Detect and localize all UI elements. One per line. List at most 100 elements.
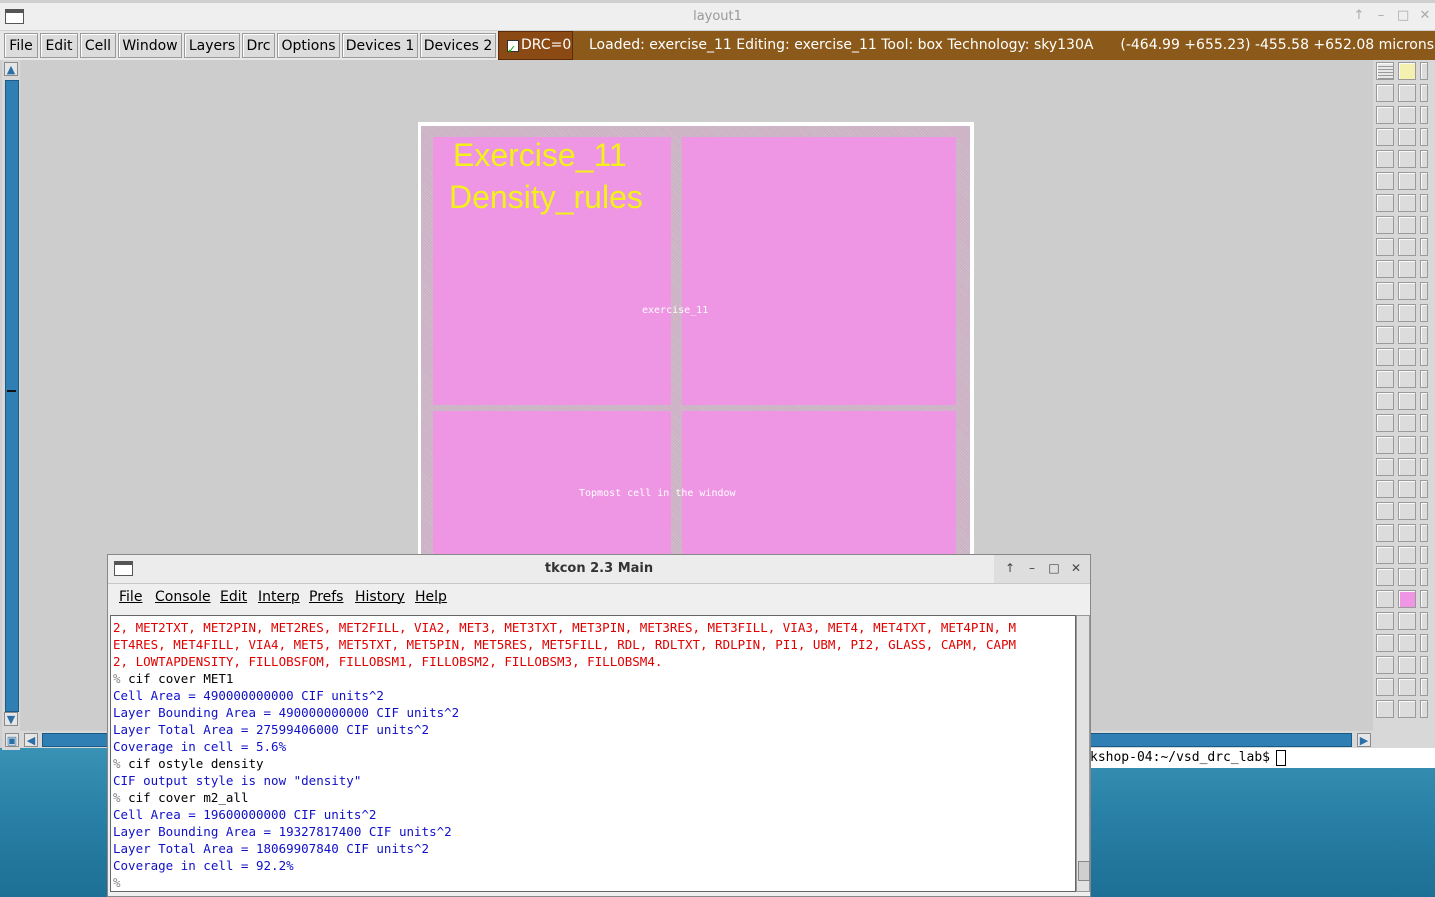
menu-drc[interactable]: Drc xyxy=(242,33,275,58)
scroll-right-icon[interactable]: ▶ xyxy=(1357,733,1371,747)
zoom-box-icon[interactable]: ▣ xyxy=(5,733,19,747)
layout-titlebar[interactable]: layout1 ↑ – □ ✕ xyxy=(0,3,1435,31)
layer-swatch[interactable] xyxy=(1420,414,1428,432)
layer-swatch[interactable] xyxy=(1420,480,1428,498)
layer-swatch[interactable] xyxy=(1376,458,1394,476)
layer-swatch[interactable] xyxy=(1398,656,1416,674)
layer-swatch[interactable] xyxy=(1376,260,1394,278)
layer-swatch[interactable] xyxy=(1420,590,1428,608)
menu-window[interactable]: Window xyxy=(118,33,182,58)
tkcon-menu-prefs[interactable]: Prefs xyxy=(309,589,343,605)
layer-swatch[interactable] xyxy=(1398,568,1416,586)
layer-swatch[interactable] xyxy=(1376,700,1394,718)
layer-swatch[interactable] xyxy=(1376,656,1394,674)
layer-swatch[interactable] xyxy=(1420,568,1428,586)
tkcon-minimize-icon[interactable]: – xyxy=(1026,561,1038,575)
layer-swatch[interactable] xyxy=(1420,656,1428,674)
layer-swatch[interactable] xyxy=(1376,590,1394,608)
layer-swatch[interactable] xyxy=(1420,546,1428,564)
layer-swatch[interactable] xyxy=(1398,348,1416,366)
layer-swatch[interactable] xyxy=(1398,326,1416,344)
layer-swatch[interactable] xyxy=(1398,106,1416,124)
layer-swatch[interactable] xyxy=(1420,458,1428,476)
layer-swatch[interactable] xyxy=(1398,150,1416,168)
tkcon-close-icon[interactable]: ✕ xyxy=(1070,561,1082,575)
menu-devices-2[interactable]: Devices 2 xyxy=(420,33,496,58)
layer-swatch[interactable] xyxy=(1398,194,1416,212)
drc-toggle[interactable]: DRC=0 xyxy=(498,31,573,63)
layer-swatch[interactable] xyxy=(1398,524,1416,542)
layer-swatch[interactable] xyxy=(1420,282,1428,300)
layer-swatch[interactable] xyxy=(1420,348,1428,366)
tkcon-scroll-thumb[interactable] xyxy=(1078,861,1090,881)
layer-swatch[interactable] xyxy=(1376,282,1394,300)
layer-swatch[interactable] xyxy=(1376,678,1394,696)
window-close-icon[interactable]: ✕ xyxy=(1419,8,1431,23)
layer-swatch[interactable] xyxy=(1398,172,1416,190)
menu-edit[interactable]: Edit xyxy=(40,33,78,58)
tkcon-menu-file[interactable]: File xyxy=(119,589,142,605)
scroll-up-icon[interactable]: ▲ xyxy=(4,62,18,76)
tkcon-scrollbar[interactable] xyxy=(1076,615,1090,892)
layer-swatch[interactable] xyxy=(1376,238,1394,256)
layer-swatch[interactable] xyxy=(1420,260,1428,278)
layer-swatch[interactable] xyxy=(1398,612,1416,630)
drc-checkbox-icon[interactable] xyxy=(507,36,519,63)
layer-swatch[interactable] xyxy=(1398,370,1416,388)
layer-swatch[interactable] xyxy=(1398,480,1416,498)
tkcon-menu-console[interactable]: Console xyxy=(155,589,211,605)
layer-swatch[interactable] xyxy=(1398,260,1416,278)
layer-swatch[interactable] xyxy=(1420,502,1428,520)
layer-swatch[interactable] xyxy=(1398,414,1416,432)
tkcon-titlebar[interactable]: tkcon 2.3 Main ↑ – □ ✕ xyxy=(108,555,1090,584)
layer-swatch[interactable] xyxy=(1420,150,1428,168)
layer-swatch[interactable] xyxy=(1398,216,1416,234)
menu-file[interactable]: File xyxy=(4,33,38,58)
window-up-icon[interactable]: ↑ xyxy=(1353,8,1365,23)
tkcon-menu-history[interactable]: History xyxy=(355,589,405,605)
layer-swatch[interactable] xyxy=(1398,700,1416,718)
layer-swatch[interactable] xyxy=(1398,392,1416,410)
tkcon-menu-help[interactable]: Help xyxy=(415,589,447,605)
grid-swatch-icon[interactable] xyxy=(1376,62,1394,80)
layer-swatch[interactable] xyxy=(1398,436,1416,454)
layer-swatch[interactable] xyxy=(1398,502,1416,520)
layer-swatch[interactable] xyxy=(1376,172,1394,190)
layer-swatch[interactable] xyxy=(1376,128,1394,146)
layer-swatch[interactable] xyxy=(1376,612,1394,630)
layer-swatch[interactable] xyxy=(1420,700,1428,718)
background-terminal[interactable]: kshop-04:~/vsd_drc_lab$ xyxy=(1090,748,1435,768)
layer-swatch[interactable] xyxy=(1376,568,1394,586)
layer-swatch[interactable] xyxy=(1420,216,1428,234)
layer-swatch[interactable] xyxy=(1420,634,1428,652)
layer-swatch[interactable] xyxy=(1376,106,1394,124)
layer-swatch[interactable] xyxy=(1398,238,1416,256)
menu-layers[interactable]: Layers xyxy=(184,33,240,58)
tkcon-console-output[interactable]: 2, MET2TXT, MET2PIN, MET2RES, MET2FILL, … xyxy=(110,615,1076,892)
layer-swatch[interactable] xyxy=(1398,128,1416,146)
layer-swatch[interactable] xyxy=(1420,612,1428,630)
layer-swatch[interactable] xyxy=(1420,106,1428,124)
layer-swatch[interactable] xyxy=(1420,304,1428,322)
layer-swatch[interactable] xyxy=(1420,436,1428,454)
layer-swatch[interactable] xyxy=(1376,480,1394,498)
window-minimize-icon[interactable]: – xyxy=(1375,8,1387,23)
layer-swatch[interactable] xyxy=(1420,128,1428,146)
tkcon-maximize-icon[interactable]: □ xyxy=(1048,561,1060,575)
layer-swatch[interactable] xyxy=(1376,546,1394,564)
layer-swatch[interactable] xyxy=(1398,458,1416,476)
layer-swatch[interactable] xyxy=(1376,370,1394,388)
layer-swatch[interactable] xyxy=(1376,216,1394,234)
layer-swatch[interactable] xyxy=(1398,634,1416,652)
window-maximize-icon[interactable]: □ xyxy=(1397,8,1409,23)
layer-swatch[interactable] xyxy=(1398,84,1416,102)
layer-swatch[interactable] xyxy=(1420,678,1428,696)
layer-swatch[interactable] xyxy=(1420,524,1428,542)
layer-swatch[interactable] xyxy=(1376,524,1394,542)
layer-swatch[interactable] xyxy=(1398,546,1416,564)
layer-swatch[interactable] xyxy=(1398,304,1416,322)
layer-swatch[interactable] xyxy=(1376,502,1394,520)
layer-swatch[interactable] xyxy=(1420,84,1428,102)
tkcon-up-icon[interactable]: ↑ xyxy=(1004,561,1016,575)
layer-swatch[interactable] xyxy=(1420,194,1428,212)
